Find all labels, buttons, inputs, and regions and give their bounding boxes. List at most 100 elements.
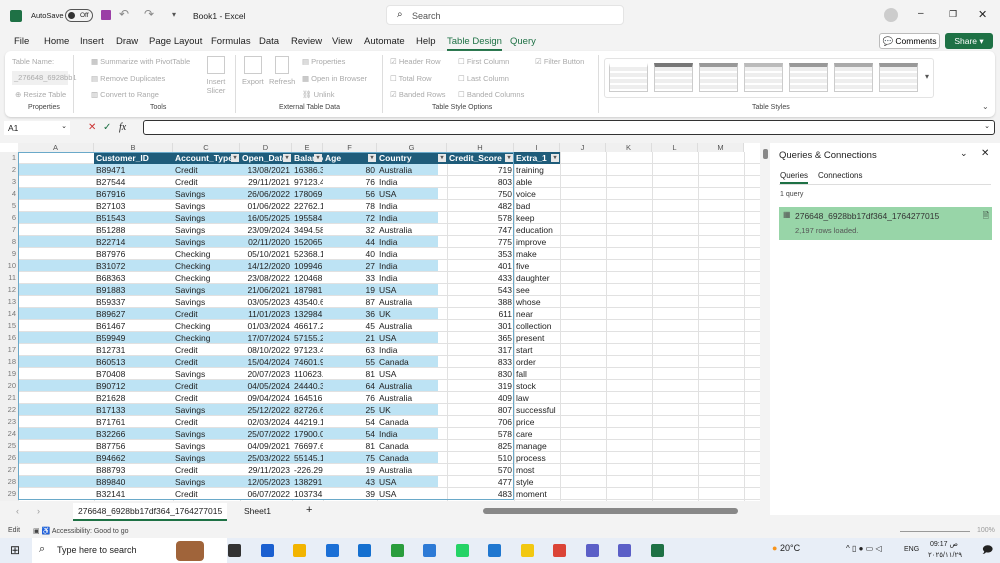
teams-work-icon[interactable] — [618, 544, 631, 557]
row-header[interactable]: 6 — [0, 212, 18, 224]
table-cell-extra-1[interactable]: moment — [514, 488, 560, 500]
row-header[interactable]: 16 — [0, 332, 18, 344]
bookmark-icon[interactable] — [260, 544, 274, 557]
table-cell-age[interactable]: 63 — [323, 344, 377, 356]
table-cell-customer-id[interactable]: B61467 — [94, 320, 173, 332]
column-header-D[interactable]: D — [240, 143, 292, 152]
table-cell-open-date[interactable]: 06/07/2022 — [240, 488, 292, 500]
table-cell-open-date[interactable]: 23/09/2024 — [240, 224, 292, 236]
table-cell-extra-1[interactable]: five — [514, 260, 560, 272]
table-cell-open-date[interactable]: 12/05/2023 — [240, 476, 292, 488]
table-cell-age[interactable]: 27 — [323, 260, 377, 272]
formula-input[interactable]: ⌄ — [143, 120, 995, 135]
row-header[interactable]: 10 — [0, 260, 18, 272]
table-cell-country[interactable]: USA — [377, 188, 447, 200]
clock-time[interactable]: 09:17 ص — [930, 540, 958, 548]
table-cell-country[interactable]: India — [377, 428, 447, 440]
table-cell-age[interactable]: 81 — [323, 368, 377, 380]
filter-button-checkbox[interactable]: ☑ Filter Button — [535, 57, 584, 66]
table-cell-credit-score[interactable]: 825 — [447, 440, 514, 452]
table-cell-extra-1[interactable]: order — [514, 356, 560, 368]
clock-date[interactable]: ٢٠٢٥/١١/٢٩ — [928, 551, 962, 559]
row-header[interactable]: 13 — [0, 296, 18, 308]
export-button[interactable]: Export — [242, 56, 264, 86]
table-cell-balance[interactable]: 74601.94 — [292, 356, 323, 368]
table-cell-credit-score[interactable]: 482 — [447, 200, 514, 212]
row-header[interactable]: 28 — [0, 476, 18, 488]
row-header[interactable]: 18 — [0, 356, 18, 368]
table-cell-age[interactable]: 33 — [323, 272, 377, 284]
table-cell-extra-1[interactable]: keep — [514, 212, 560, 224]
table-cell-country[interactable]: India — [377, 176, 447, 188]
table-cell-extra-1[interactable]: present — [514, 332, 560, 344]
table-cell-extra-1[interactable]: able — [514, 176, 560, 188]
table-cell-balance[interactable]: 3494.58 — [292, 224, 323, 236]
table-cell-customer-id[interactable]: B59949 — [94, 332, 173, 344]
convert-range-button[interactable]: ▥ Convert to Range — [91, 90, 159, 99]
table-cell-customer-id[interactable]: B60513 — [94, 356, 173, 368]
table-cell-extra-1[interactable]: see — [514, 284, 560, 296]
table-cell-open-date[interactable]: 25/07/2022 — [240, 428, 292, 440]
outlook-icon[interactable] — [423, 544, 436, 557]
table-cell-age[interactable]: 19 — [323, 464, 377, 476]
table-cell-open-date[interactable]: 14/12/2020 — [240, 260, 292, 272]
table-cell-credit-score[interactable]: 578 — [447, 428, 514, 440]
autosave-toggle[interactable]: Off — [65, 9, 93, 22]
table-cell-country[interactable]: Canada — [377, 440, 447, 452]
row-header[interactable]: 12 — [0, 284, 18, 296]
table-cell-credit-score[interactable]: 803 — [447, 176, 514, 188]
table-cell-age[interactable]: 78 — [323, 200, 377, 212]
filter-dropdown-icon[interactable]: ▾ — [505, 154, 513, 162]
pane-close-icon[interactable]: ✕ — [981, 148, 989, 159]
table-cell-open-date[interactable]: 11/01/2023 — [240, 308, 292, 320]
table-cell-credit-score[interactable]: 747 — [447, 224, 514, 236]
restore-icon[interactable]: ❐ — [949, 9, 957, 20]
table-cell-open-date[interactable]: 21/06/2021 — [240, 284, 292, 296]
table-cell-country[interactable]: USA — [377, 332, 447, 344]
table-cell-balance[interactable]: 55145.17 — [292, 452, 323, 464]
column-header-E[interactable]: E — [292, 143, 323, 152]
row-header[interactable]: 4 — [0, 188, 18, 200]
last-column-checkbox[interactable]: ☐ Last Column — [458, 74, 509, 83]
table-cell-credit-score[interactable]: 433 — [447, 272, 514, 284]
table-cell-open-date[interactable]: 20/07/2023 — [240, 368, 292, 380]
table-cell-customer-id[interactable]: B89840 — [94, 476, 173, 488]
table-cell-age[interactable]: 76 — [323, 176, 377, 188]
power-bi-icon[interactable] — [520, 544, 534, 557]
table-cell-account-type[interactable]: Savings — [173, 476, 240, 488]
table-cell-credit-score[interactable]: 543 — [447, 284, 514, 296]
remove-duplicates-button[interactable]: ▤ Remove Duplicates — [91, 74, 165, 83]
table-cell-customer-id[interactable]: B90712 — [94, 380, 173, 392]
tab-formulas[interactable]: Formulas — [211, 36, 251, 47]
table-cell-open-date[interactable]: 13/08/2021 — [240, 164, 292, 176]
table-cell-open-date[interactable]: 15/04/2024 — [240, 356, 292, 368]
first-column-checkbox[interactable]: ☐ First Column — [458, 57, 509, 66]
table-cell-age[interactable]: 75 — [323, 452, 377, 464]
table-cell-balance[interactable]: 152065.89 — [292, 236, 323, 248]
table-cell-country[interactable]: India — [377, 272, 447, 284]
table-cell-credit-score[interactable]: 317 — [447, 344, 514, 356]
table-cell-balance[interactable]: 76697.69 — [292, 440, 323, 452]
table-cell-extra-1[interactable]: stock — [514, 380, 560, 392]
table-cell-country[interactable]: Canada — [377, 356, 447, 368]
table-cell-age[interactable]: 55 — [323, 356, 377, 368]
table-style-option[interactable] — [879, 63, 918, 92]
table-cell-country[interactable]: Australia — [377, 296, 447, 308]
table-cell-age[interactable]: 25 — [323, 404, 377, 416]
tab-view[interactable]: View — [332, 36, 352, 47]
app-icon[interactable] — [488, 544, 501, 557]
table-cell-credit-score[interactable]: 301 — [447, 320, 514, 332]
header-cell-account-type[interactable]: Account_Type ▾ — [173, 152, 240, 164]
row-header[interactable]: 29 — [0, 488, 18, 500]
table-cell-extra-1[interactable]: collection — [514, 320, 560, 332]
filter-dropdown-icon[interactable]: ▾ — [314, 154, 322, 162]
table-cell-customer-id[interactable]: B94662 — [94, 452, 173, 464]
table-cell-customer-id[interactable]: B32141 — [94, 488, 173, 500]
table-cell-account-type[interactable]: Savings — [173, 368, 240, 380]
table-cell-balance[interactable]: 57155.22 — [292, 332, 323, 344]
table-cell-account-type[interactable]: Savings — [173, 440, 240, 452]
table-cell-balance[interactable]: 43540.6 — [292, 296, 323, 308]
table-cell-balance[interactable]: 103734.38 — [292, 488, 323, 500]
table-cell-extra-1[interactable]: bad — [514, 200, 560, 212]
table-cell-credit-score[interactable]: 719 — [447, 164, 514, 176]
